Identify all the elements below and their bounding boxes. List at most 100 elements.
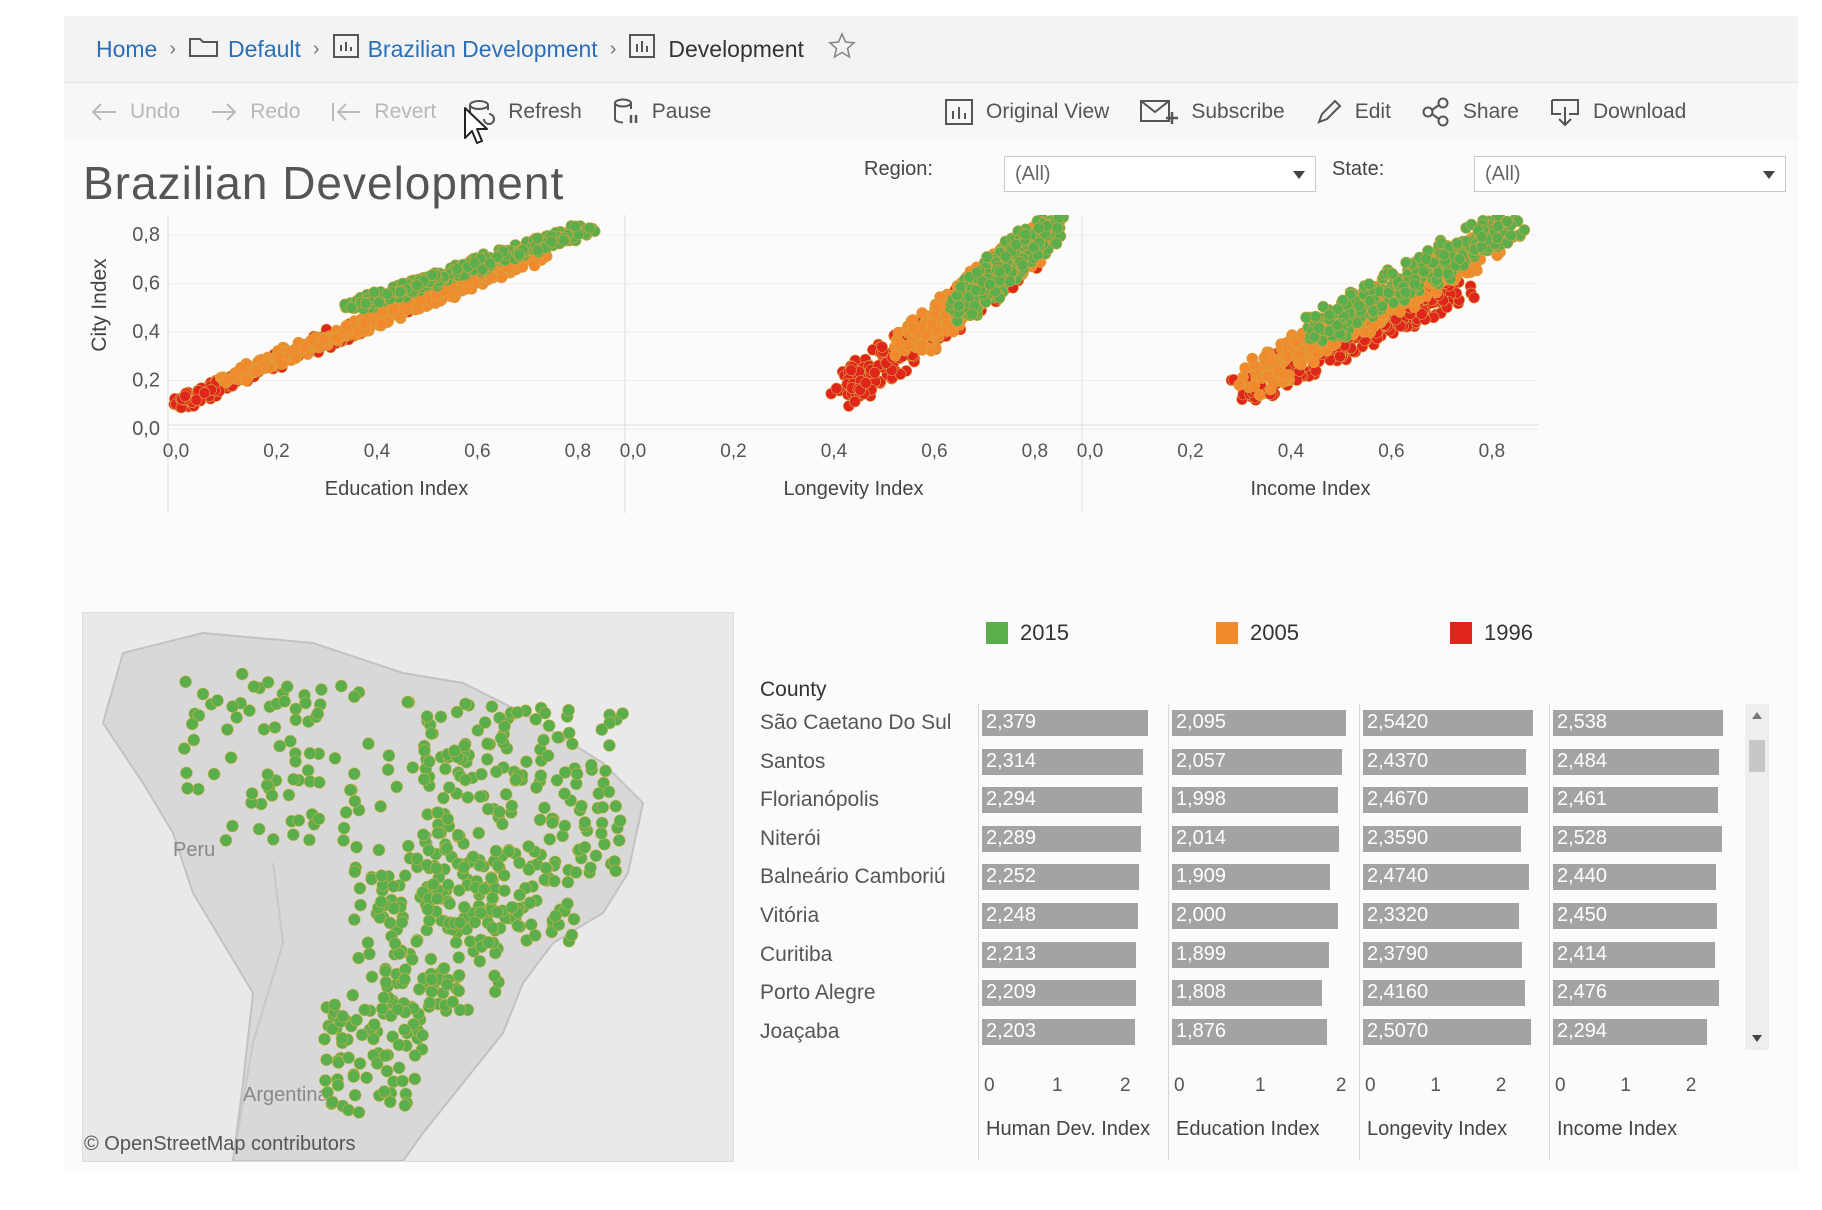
share-button[interactable]: Share: [1421, 97, 1519, 127]
scatter-point-2015: [969, 284, 982, 297]
row-label[interactable]: Curitiba: [760, 943, 832, 967]
bar-income-index[interactable]: 2,461: [1553, 787, 1718, 814]
bar-human-dev-index[interactable]: 2,289: [982, 825, 1141, 852]
bar-longevity-index[interactable]: 2,4370: [1363, 748, 1526, 775]
map-point: [292, 814, 306, 827]
map-canvas[interactable]: Peru Argentina B: [83, 613, 733, 1161]
bar-education-index[interactable]: 1,998: [1172, 787, 1338, 814]
bar-income-index[interactable]: 2,528: [1553, 825, 1722, 852]
bar-longevity-index[interactable]: 2,4740: [1363, 864, 1529, 891]
star-icon[interactable]: [827, 32, 856, 66]
bar-axis-title: Education Index: [1176, 1118, 1320, 1140]
bar-longevity-index[interactable]: 2,5070: [1363, 1018, 1531, 1045]
row-label[interactable]: São Caetano Do Sul: [760, 711, 951, 735]
row-label[interactable]: Niterói: [760, 827, 821, 851]
legend-item-2005[interactable]: 2005: [1216, 620, 1299, 646]
undo-button[interactable]: Undo: [90, 100, 180, 124]
edit-button[interactable]: Edit: [1315, 98, 1391, 126]
map-point: [287, 773, 300, 786]
map-point: [352, 951, 365, 965]
state-filter-label: State:: [1332, 158, 1385, 180]
scatter-chart[interactable]: City Index0,80,60,40,20,00,0 0,2 0,4 0,6 0,8…: [64, 211, 1798, 595]
bar-education-index[interactable]: 2,000: [1172, 903, 1338, 929]
bar-human-dev-index[interactable]: 2,209: [982, 980, 1136, 1007]
map-point: [578, 841, 592, 854]
bar-longevity-index[interactable]: 2,4670: [1363, 787, 1528, 814]
bar-value-label: 2,3590: [1367, 826, 1429, 849]
bar-income-index[interactable]: 2,450: [1553, 903, 1717, 929]
bar-longevity-index[interactable]: 2,3790: [1363, 941, 1522, 968]
pause-button[interactable]: Pause: [612, 97, 711, 127]
legend-item-2015[interactable]: 2015: [986, 620, 1069, 646]
map-point: [430, 892, 444, 905]
bar-human-dev-index[interactable]: 2,213: [982, 941, 1136, 968]
bar-longevity-index[interactable]: 2,4160: [1363, 980, 1525, 1007]
bar-income-index[interactable]: 2,294: [1553, 1018, 1707, 1045]
bar-education-index[interactable]: 2,014: [1172, 825, 1339, 852]
map-point: [441, 878, 455, 892]
row-label[interactable]: Joaçaba: [760, 1020, 839, 1044]
bar-income-index[interactable]: 2,440: [1553, 864, 1716, 891]
row-label[interactable]: Porto Alegre: [760, 981, 876, 1005]
revert-button[interactable]: Revert: [330, 100, 436, 124]
state-filter-value: (All): [1485, 163, 1521, 185]
scatter-point-2015: [583, 222, 596, 234]
map-point: [562, 704, 575, 717]
bar-income-index[interactable]: 2,476: [1553, 980, 1719, 1007]
original-view-button[interactable]: Original View: [944, 98, 1109, 126]
redo-button[interactable]: Redo: [210, 100, 300, 124]
region-filter-dropdown[interactable]: (All): [1004, 156, 1316, 192]
bar-human-dev-index[interactable]: 2,379: [982, 710, 1148, 736]
bar-value-label: 2,538: [1557, 711, 1608, 733]
bar-human-dev-index[interactable]: 2,252: [982, 864, 1139, 891]
map-point: [406, 761, 420, 774]
y-tick-label: 0,2: [132, 370, 160, 392]
map-point: [569, 866, 583, 879]
bar-longevity-index[interactable]: 2,5420: [1363, 710, 1533, 736]
scrollbar-thumb[interactable]: [1749, 740, 1765, 772]
bar-human-dev-index[interactable]: 2,203: [982, 1018, 1135, 1045]
breadcrumb-home[interactable]: Home: [96, 36, 157, 63]
legend-item-1996[interactable]: 1996: [1450, 620, 1533, 646]
scatter-point-2015: [999, 250, 1012, 263]
bar-longevity-index[interactable]: 2,3590: [1363, 825, 1521, 852]
breadcrumb-workbook[interactable]: Brazilian Development: [368, 36, 598, 63]
map-panel[interactable]: Peru Argentina B: [82, 612, 734, 1162]
bar-education-index[interactable]: 1,876: [1172, 1018, 1327, 1045]
map-point: [599, 764, 612, 778]
x-tick-label: 1: [1430, 1075, 1441, 1096]
bar-education-index[interactable]: 1,899: [1172, 941, 1329, 968]
undo-label: Undo: [130, 100, 181, 123]
row-label[interactable]: Florianópolis: [760, 788, 879, 812]
toolbar: Undo Redo Revert Refresh Pause Original …: [64, 83, 1798, 141]
x-tick-label: 1: [1620, 1075, 1631, 1096]
bar-human-dev-index[interactable]: 2,314: [982, 748, 1143, 775]
map-point: [602, 785, 616, 799]
bar-longevity-index[interactable]: 2,3320: [1363, 903, 1519, 929]
bar-education-index[interactable]: 2,057: [1172, 748, 1342, 775]
x-tick-label: 0,8: [565, 441, 591, 462]
state-filter-dropdown[interactable]: (All): [1474, 156, 1786, 192]
download-button[interactable]: Download: [1549, 97, 1686, 127]
subscribe-button[interactable]: Subscribe: [1139, 98, 1285, 126]
row-label[interactable]: Santos: [760, 750, 825, 774]
bar-income-index[interactable]: 2,414: [1553, 941, 1715, 968]
bar-human-dev-index[interactable]: 2,294: [982, 787, 1142, 814]
scatter-point-2015: [1442, 267, 1454, 280]
map-point: [336, 1009, 350, 1023]
x-tick-label: 1: [1254, 1075, 1266, 1096]
bar-education-index[interactable]: 2,095: [1172, 710, 1346, 736]
bar-income-index[interactable]: 2,538: [1553, 710, 1723, 736]
bar-human-dev-index[interactable]: 2,248: [982, 903, 1138, 929]
bar-income-index[interactable]: 2,484: [1553, 748, 1719, 775]
bar-education-index[interactable]: 1,909: [1172, 864, 1330, 891]
map-point: [496, 817, 509, 831]
bar-education-index[interactable]: 1,808: [1172, 980, 1322, 1007]
map-point: [398, 972, 411, 986]
table-scrollbar[interactable]: [1745, 704, 1769, 1050]
row-label[interactable]: Vitória: [760, 904, 819, 928]
map-point: [375, 1002, 389, 1015]
breadcrumb-folder[interactable]: Default: [228, 36, 301, 63]
map-point: [541, 749, 555, 762]
row-label[interactable]: Balneário Camboriú: [760, 865, 946, 889]
